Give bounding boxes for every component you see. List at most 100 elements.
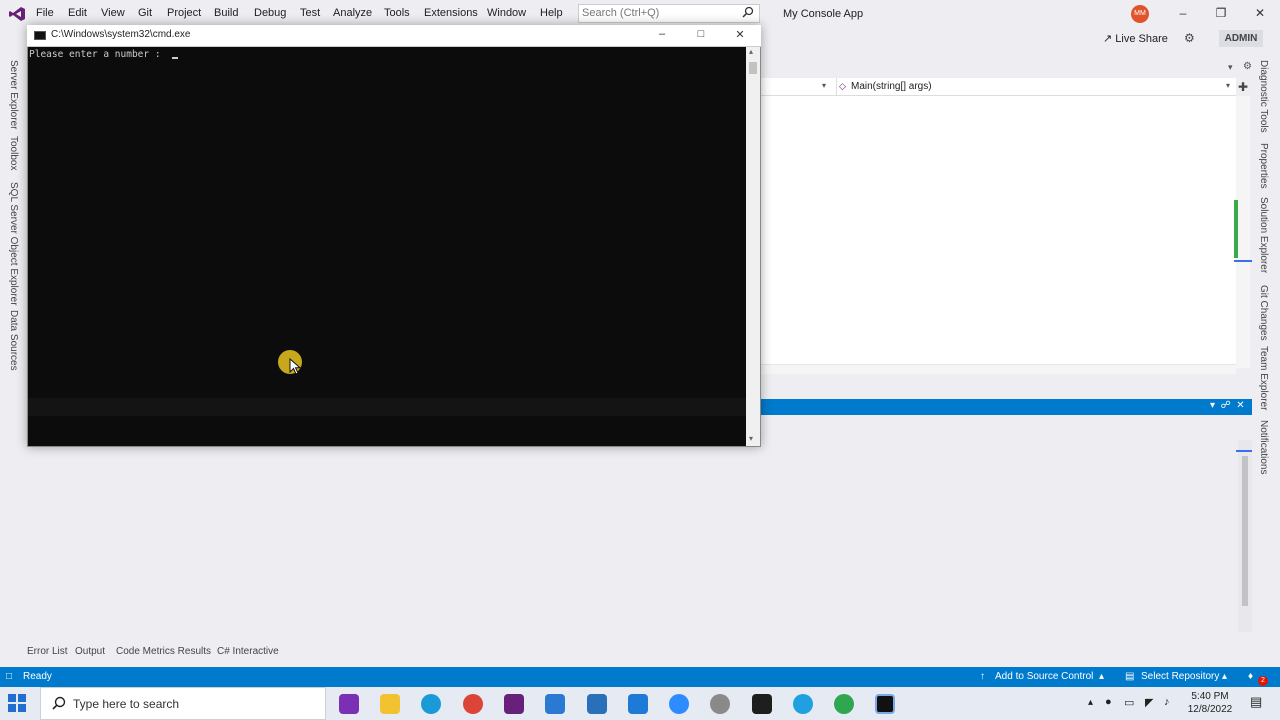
- vs-code-icon[interactable]: [587, 694, 607, 714]
- avatar[interactable]: MM: [1131, 5, 1149, 23]
- console-band: [28, 398, 746, 416]
- taskbar-clock[interactable]: 5:40 PM 12/8/2022: [1185, 690, 1235, 716]
- scroll-up-icon[interactable]: ▴: [749, 47, 753, 56]
- menu-tools[interactable]: Tools: [384, 7, 410, 19]
- chevron-down-icon[interactable]: ▾: [1228, 62, 1233, 73]
- tab-data-sources[interactable]: Data Sources: [8, 310, 19, 371]
- change-marker: [1234, 200, 1238, 258]
- chrome-browser-icon[interactable]: [463, 694, 483, 714]
- menu-view[interactable]: View: [101, 7, 125, 19]
- search-input[interactable]: Search (Ctrl+Q): [578, 4, 760, 23]
- scrollbar-thumb[interactable]: [749, 62, 757, 74]
- menu-project[interactable]: Project: [167, 7, 201, 19]
- tab-server-explorer[interactable]: Server Explorer: [8, 60, 19, 129]
- chevron-down-icon[interactable]: ▾: [1226, 81, 1230, 90]
- share-icon: ↗: [1103, 33, 1116, 45]
- search-icon: [742, 6, 754, 18]
- menu-test[interactable]: Test: [300, 7, 320, 19]
- chevron-up-icon[interactable]: ▴: [1222, 671, 1227, 682]
- chevron-up-icon[interactable]: ▴: [1099, 671, 1104, 682]
- tab-diagnostic-tools[interactable]: Diagnostic Tools: [1258, 60, 1269, 133]
- cmd-window[interactable]: [27, 25, 761, 447]
- r-app-icon[interactable]: [752, 694, 772, 714]
- close-icon[interactable]: ✕: [733, 28, 747, 41]
- chevron-up-icon[interactable]: ▴: [1088, 697, 1093, 708]
- cmd-taskbar-icon[interactable]: [875, 694, 895, 714]
- defender-shield-icon[interactable]: [628, 694, 648, 714]
- volume-icon[interactable]: ♪: [1164, 696, 1170, 708]
- mouse-pointer-icon: [289, 358, 302, 375]
- cmd-scrollbar[interactable]: [746, 47, 760, 446]
- tab-toolbox[interactable]: Toolbox: [8, 136, 19, 170]
- tab-notifications[interactable]: Notifications: [1258, 420, 1269, 474]
- toolbar: [760, 28, 1256, 50]
- tab-csharp-interactive[interactable]: C# Interactive: [217, 646, 279, 657]
- tab-error-list[interactable]: Error List: [27, 646, 68, 657]
- azure-data-studio-icon[interactable]: [545, 694, 565, 714]
- minimize-icon[interactable]: –: [655, 28, 669, 40]
- bell-icon[interactable]: ♦: [1248, 671, 1253, 682]
- console-output[interactable]: Please enter a number :: [29, 49, 166, 60]
- editor-scrollbar[interactable]: [1236, 96, 1250, 368]
- close-icon[interactable]: ✕: [1252, 6, 1268, 22]
- tool-window-body: [27, 446, 1238, 632]
- tool-window-controls[interactable]: ▾ ☍ ✕: [1210, 400, 1245, 411]
- repository-icon: ▤: [1125, 671, 1135, 682]
- menu-build[interactable]: Build: [214, 7, 238, 19]
- add-split-icon[interactable]: ✚: [1238, 80, 1248, 94]
- live-share-button[interactable]: ↗ Live Share: [1103, 32, 1168, 45]
- menu-extensions[interactable]: Extensions: [424, 7, 478, 19]
- zoom-app-icon[interactable]: [669, 694, 689, 714]
- menu-window[interactable]: Window: [487, 7, 526, 19]
- tab-output[interactable]: Output: [75, 646, 105, 657]
- onenote-app-icon[interactable]: [339, 694, 359, 714]
- tab-sql-server-object-explorer[interactable]: SQL Server Object Explorer: [8, 182, 19, 306]
- menu-analyze[interactable]: Analyze: [333, 7, 372, 19]
- game-app-icon[interactable]: [710, 694, 730, 714]
- maximize-icon[interactable]: □: [694, 28, 708, 40]
- app-title: My Console App: [783, 8, 864, 20]
- caret-marker: [1234, 260, 1252, 262]
- chevron-down-icon[interactable]: ▾: [822, 81, 826, 90]
- code-editor[interactable]: [760, 78, 1236, 368]
- search-icon: [52, 696, 66, 710]
- tab-team-explorer[interactable]: Team Explorer: [1258, 346, 1269, 410]
- taskbar-search-input[interactable]: Type here to search: [40, 687, 326, 720]
- scrollbar-thumb[interactable]: [1242, 456, 1248, 606]
- feedback-icon[interactable]: ⚙: [1184, 31, 1195, 45]
- action-center-icon[interactable]: ▤: [1250, 694, 1262, 710]
- menu-edit[interactable]: Edit: [68, 7, 87, 19]
- tab-properties[interactable]: Properties: [1258, 143, 1269, 189]
- scroll-down-icon[interactable]: ▾: [749, 434, 753, 443]
- file-explorer-icon[interactable]: [380, 694, 400, 714]
- visual-studio-logo-icon: [9, 7, 25, 21]
- status-bar: □ Ready ↑ Add to Source Control ▴ ▤ Sele…: [0, 667, 1280, 687]
- chrome-profile-icon[interactable]: [834, 694, 854, 714]
- tab-solution-explorer[interactable]: Solution Explorer: [1258, 197, 1269, 273]
- windows-start-icon[interactable]: [8, 694, 26, 712]
- microphone-icon[interactable]: ●: [1105, 696, 1112, 708]
- caret-marker: [1236, 450, 1252, 452]
- menu-file[interactable]: File: [36, 7, 54, 19]
- menu-debug[interactable]: Debug: [254, 7, 286, 19]
- gear-icon[interactable]: ⚙: [1243, 61, 1252, 72]
- menu-git[interactable]: Git: [138, 7, 152, 19]
- visual-studio-app-icon[interactable]: [504, 694, 524, 714]
- edge-browser-icon[interactable]: [421, 694, 441, 714]
- restore-icon[interactable]: ❐: [1213, 6, 1229, 22]
- tab-git-changes[interactable]: Git Changes: [1258, 285, 1269, 341]
- member-dropdown[interactable]: Main(string[] args): [836, 78, 1234, 96]
- add-to-source-control-button[interactable]: Add to Source Control: [995, 671, 1093, 682]
- wifi-icon[interactable]: ◤: [1145, 696, 1153, 709]
- select-repository-button[interactable]: Select Repository: [1141, 671, 1219, 682]
- notification-count-badge: 2: [1258, 676, 1268, 686]
- status-icon: □: [6, 671, 13, 682]
- tab-code-metrics-results[interactable]: Code Metrics Results: [116, 646, 211, 657]
- battery-icon[interactable]: ▭: [1124, 696, 1134, 709]
- editor-horizontal-scrollbar[interactable]: [760, 364, 1236, 374]
- menu-help[interactable]: Help: [540, 7, 563, 19]
- arrow-up-icon: ↑: [980, 671, 985, 682]
- admin-badge[interactable]: ADMIN: [1219, 30, 1263, 47]
- skype-app-icon[interactable]: [793, 694, 813, 714]
- minimize-icon[interactable]: –: [1175, 6, 1191, 22]
